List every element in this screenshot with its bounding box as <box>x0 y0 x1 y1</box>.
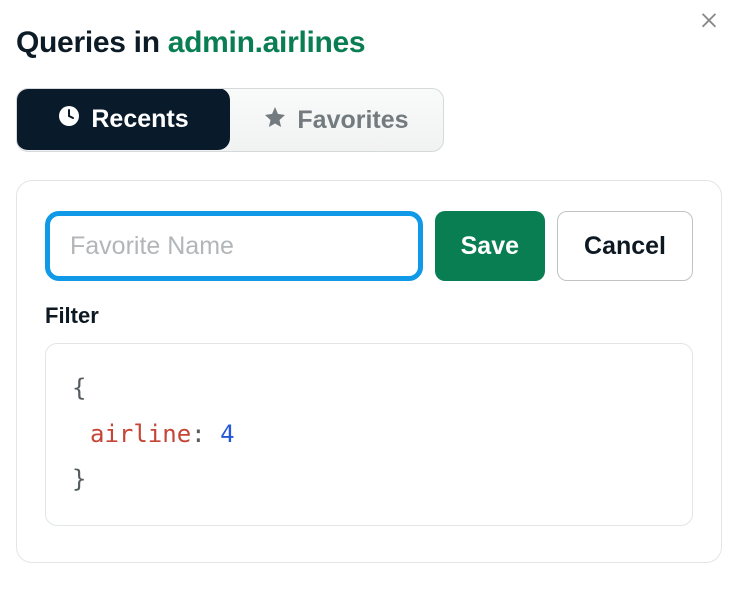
tab-recents-label: Recents <box>91 105 188 134</box>
close-icon[interactable] <box>698 8 722 32</box>
query-panel: Save Cancel Filter { airline: 4 } <box>16 180 722 563</box>
favorite-name-input[interactable] <box>45 211 423 281</box>
code-sep: : <box>191 420 220 448</box>
title-prefix: Queries in <box>16 26 168 59</box>
filter-code: { airline: 4 } <box>45 343 693 526</box>
dialog-title: Queries in admin.airlines <box>16 26 722 60</box>
code-close-brace: } <box>72 457 666 503</box>
save-row: Save Cancel <box>45 211 693 281</box>
cancel-button[interactable]: Cancel <box>557 211 693 281</box>
tab-favorites-label: Favorites <box>297 106 408 135</box>
star-icon <box>263 105 287 136</box>
code-open-brace: { <box>72 366 666 412</box>
code-key: airline <box>90 420 191 448</box>
code-line: airline: 4 <box>72 412 666 458</box>
tab-favorites[interactable]: Favorites <box>229 89 443 151</box>
filter-label: Filter <box>45 303 693 329</box>
clock-icon <box>57 104 81 135</box>
tabs: Recents Favorites <box>16 88 444 152</box>
save-button[interactable]: Save <box>435 211 545 281</box>
title-namespace: admin.airlines <box>168 26 366 59</box>
code-value: 4 <box>220 420 234 448</box>
tab-recents[interactable]: Recents <box>16 88 230 150</box>
